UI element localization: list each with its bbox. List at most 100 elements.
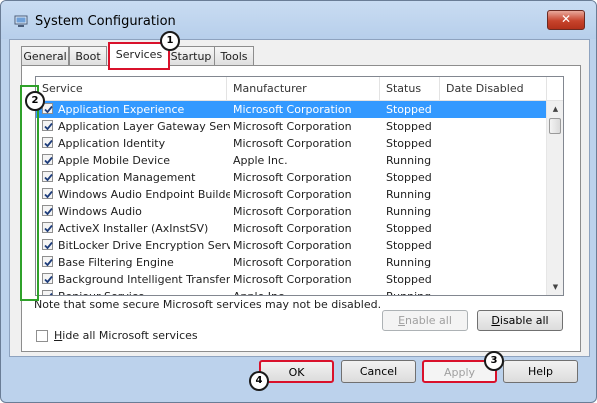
checkmark-icon: [44, 105, 53, 114]
step-badge-1: 1: [160, 31, 180, 51]
service-enabled-checkbox[interactable]: [42, 154, 53, 165]
scroll-up-arrow-icon[interactable]: ▲: [547, 101, 563, 117]
dialog-client-area: General Boot Services Startup Tools Serv…: [9, 39, 590, 357]
checkmark-icon: [44, 173, 53, 182]
hide-microsoft-services-label[interactable]: Hide all Microsoft services: [54, 329, 198, 342]
service-manufacturer-cell: Microsoft Corporation: [233, 256, 352, 269]
service-enabled-checkbox[interactable]: [42, 171, 53, 182]
service-status-cell: Stopped: [386, 120, 432, 133]
service-service-cell: Application Management: [58, 171, 196, 184]
service-row[interactable]: ActiveX Installer (AxInstSV) Microsoft Co…: [36, 220, 547, 237]
ok-button[interactable]: OK: [259, 360, 334, 383]
system-configuration-window: System Configuration ✕ General Boot Serv…: [0, 0, 597, 403]
enable-all-button[interactable]: Enable all: [382, 310, 468, 331]
step-badge-4: 4: [249, 371, 269, 391]
service-status-cell: Stopped: [386, 103, 432, 116]
step-badge-3: 3: [484, 351, 504, 371]
service-enabled-checkbox[interactable]: [42, 120, 53, 131]
service-manufacturer-cell: Microsoft Corporation: [233, 103, 352, 116]
service-row[interactable]: Apple Mobile Device Apple Inc. Running: [36, 152, 547, 169]
secure-services-note: Note that some secure Microsoft services…: [34, 298, 382, 311]
checkmark-icon: [44, 224, 53, 233]
service-enabled-checkbox[interactable]: [42, 137, 53, 148]
column-header-service[interactable]: Service: [36, 77, 227, 100]
service-status-cell: Running: [386, 288, 442, 295]
tab-general[interactable]: General: [21, 46, 69, 66]
service-service-cell: Application Experience: [58, 103, 185, 116]
step-badge-2: 2: [25, 91, 45, 111]
service-manufacturer-cell: Microsoft Corporation: [233, 137, 352, 150]
scroll-down-arrow-icon[interactable]: ▼: [547, 279, 563, 295]
service-manufacturer-cell: Microsoft Corporation: [233, 273, 352, 286]
service-manufacturer-cell: Apple Inc.: [233, 154, 288, 167]
service-enabled-checkbox[interactable]: [42, 205, 53, 216]
service-row[interactable]: Base Filtering Engine Microsoft Corporati…: [36, 254, 547, 271]
column-header-date-disabled[interactable]: Date Disabled: [440, 77, 547, 100]
service-enabled-checkbox[interactable]: [42, 239, 53, 250]
tab-boot[interactable]: Boot: [69, 46, 107, 66]
checkmark-icon: [49, 292, 53, 295]
service-service-cell: Bonjour Service: [58, 288, 230, 295]
service-row[interactable]: Application Identity Microsoft Corporatio…: [36, 135, 547, 152]
scroll-thumb[interactable]: [549, 118, 561, 134]
help-button[interactable]: Help: [503, 360, 578, 383]
hide-microsoft-services-checkbox[interactable]: [36, 330, 48, 342]
system-configuration-icon: [14, 15, 28, 27]
service-status-cell: Stopped: [386, 171, 432, 184]
service-manufacturer-cell: Microsoft Corporation: [233, 120, 352, 133]
service-row[interactable]: Background Intelligent Transfer ... Micro…: [36, 271, 547, 288]
checkmark-icon: [44, 241, 53, 250]
service-service-cell: BitLocker Drive Encryption Service: [58, 239, 230, 252]
service-status-cell: Stopped: [386, 137, 432, 150]
service-row[interactable]: Windows Audio Endpoint Builder Microsoft …: [36, 186, 547, 203]
tab-tools[interactable]: Tools: [214, 46, 254, 66]
service-status-cell: Running: [386, 256, 432, 269]
column-header-status[interactable]: Status: [380, 77, 440, 100]
service-service-cell: Apple Mobile Device: [58, 154, 171, 167]
service-service-cell: Windows Audio Endpoint Builder: [58, 188, 230, 201]
close-button[interactable]: ✕: [547, 10, 585, 30]
service-status-cell: Running: [386, 188, 432, 201]
title-bar[interactable]: System Configuration ✕: [1, 1, 596, 39]
checkmark-icon: [44, 190, 53, 199]
service-row[interactable]: Windows Audio Microsoft Corporation Runnin…: [36, 203, 547, 220]
service-enabled-checkbox[interactable]: [42, 188, 53, 199]
service-service-cell: Application Layer Gateway Service: [58, 120, 230, 133]
service-status-cell: Stopped: [386, 222, 432, 235]
column-header-manufacturer[interactable]: Manufacturer: [227, 77, 380, 100]
checkmark-icon: [44, 139, 53, 148]
checkmark-icon: [44, 275, 53, 284]
checkmark-icon: [44, 258, 53, 267]
service-row[interactable]: BitLocker Drive Encryption Service Micros…: [36, 237, 547, 254]
checkbox-column-highlight: [20, 85, 39, 301]
service-service-cell: Application Identity: [58, 137, 166, 150]
service-enabled-checkbox[interactable]: [42, 256, 53, 267]
service-row[interactable]: Application Experience Microsoft Corporat…: [36, 101, 547, 118]
service-manufacturer-cell: Microsoft Corporation: [233, 222, 352, 235]
service-enabled-checkbox[interactable]: [42, 273, 53, 284]
service-service-cell: Windows Audio: [58, 205, 142, 218]
service-enabled-checkbox[interactable]: [42, 290, 53, 295]
services-panel: Service Manufacturer Status Date Disable…: [21, 65, 581, 352]
service-status-cell: Running: [386, 205, 432, 218]
vertical-scrollbar[interactable]: ▲ ▼: [546, 101, 563, 295]
service-manufacturer-cell: Microsoft Corporation: [233, 188, 352, 201]
window-title: System Configuration: [35, 14, 176, 29]
service-status-cell: Stopped: [386, 273, 432, 286]
services-list[interactable]: Service Manufacturer Status Date Disable…: [35, 76, 564, 296]
checkmark-icon: [44, 122, 53, 131]
list-header: Service Manufacturer Status Date Disable…: [36, 77, 563, 101]
service-manufacturer-cell: Microsoft Corporation: [233, 205, 352, 218]
service-row[interactable]: Application Layer Gateway ServiceMicroso…: [36, 118, 547, 135]
close-icon: ✕: [560, 12, 572, 26]
disable-all-button[interactable]: Disable all: [477, 310, 563, 331]
service-row[interactable]: Bonjour ServiceApple Inc. Running: [36, 288, 547, 295]
checkmark-icon: [44, 156, 53, 165]
service-service-cell: ActiveX Installer (AxInstSV): [58, 222, 209, 235]
service-row[interactable]: Application Management Microsoft Corporat…: [36, 169, 547, 186]
cancel-button[interactable]: Cancel: [341, 360, 416, 383]
service-status-cell: Stopped: [386, 239, 432, 252]
checkmark-icon: [44, 207, 53, 216]
service-enabled-checkbox[interactable]: [42, 222, 53, 233]
service-manufacturer-cell: Microsoft Corporation: [233, 239, 352, 252]
